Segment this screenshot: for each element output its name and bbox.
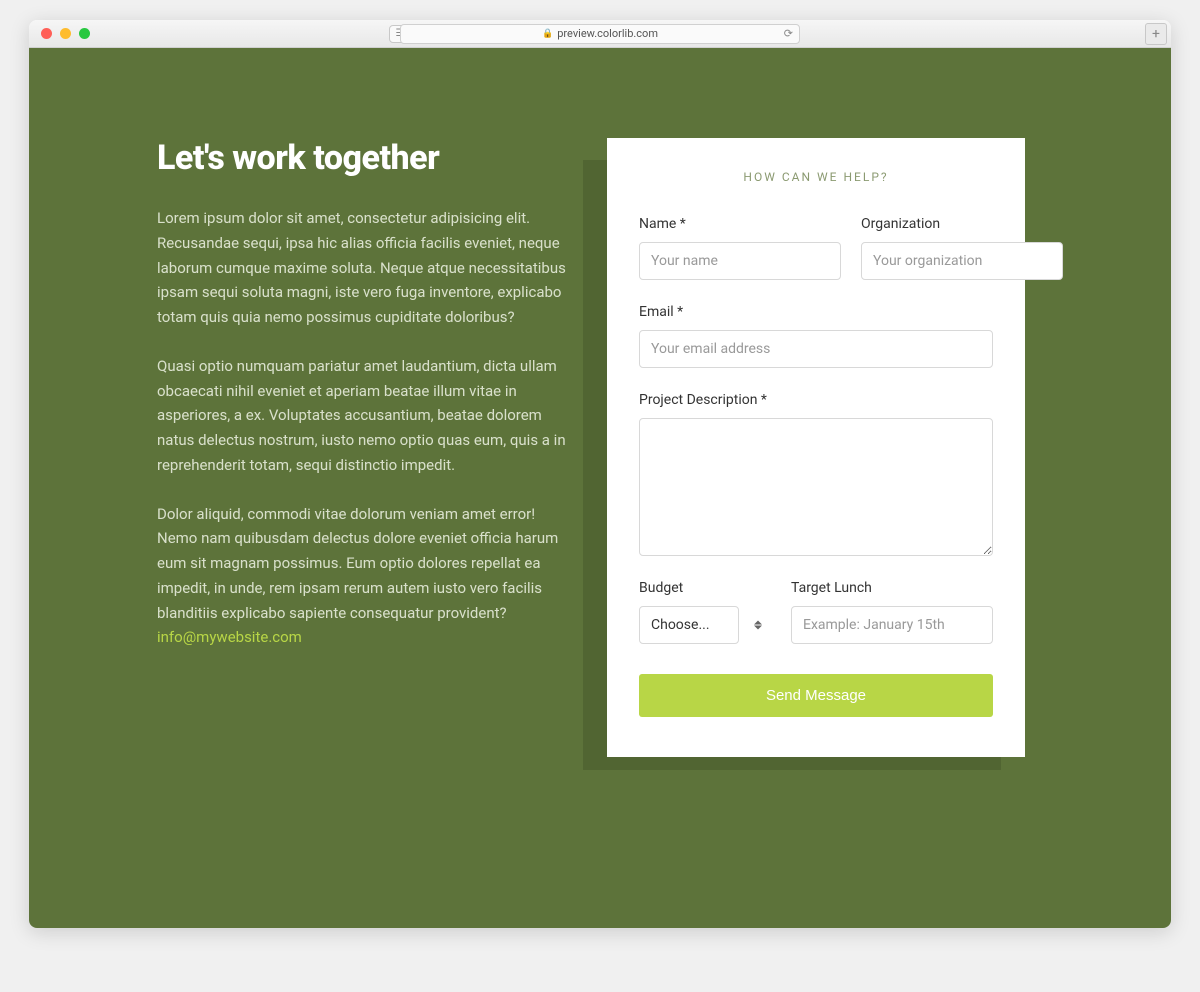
new-tab-button[interactable]: +: [1145, 23, 1167, 45]
minimize-window-button[interactable]: [60, 28, 71, 39]
project-description-textarea[interactable]: [639, 418, 993, 556]
form-column: HOW CAN WE HELP? Name * Organization Ema…: [607, 138, 1043, 808]
intro-paragraph-1: Lorem ipsum dolor sit amet, consectetur …: [157, 206, 577, 330]
address-bar[interactable]: 🔒 preview.colorlib.com ⟳: [400, 24, 800, 44]
target-launch-label: Target Lunch: [791, 580, 993, 596]
organization-label: Organization: [861, 216, 1063, 232]
contact-email-link[interactable]: info@mywebsite.com: [157, 628, 302, 646]
name-input[interactable]: [639, 242, 841, 280]
intro-paragraph-2: Quasi optio numquam pariatur amet laudan…: [157, 354, 577, 478]
budget-select[interactable]: Choose...: [639, 606, 739, 644]
lock-icon: 🔒: [542, 29, 553, 39]
browser-chrome: ☰ ⊕ 🔒 preview.colorlib.com ⟳ +: [29, 20, 1171, 48]
maximize-window-button[interactable]: [79, 28, 90, 39]
url-host: preview.colorlib.com: [557, 27, 658, 40]
intro-paragraph-3-text: Dolor aliquid, commodi vitae dolorum ven…: [157, 505, 558, 622]
name-label: Name *: [639, 216, 841, 232]
reload-icon[interactable]: ⟳: [784, 27, 793, 40]
form-heading: HOW CAN WE HELP?: [639, 170, 993, 184]
close-window-button[interactable]: [41, 28, 52, 39]
browser-window: ☰ ⊕ 🔒 preview.colorlib.com ⟳ + Let's wor…: [29, 20, 1171, 928]
page-title: Let's work together: [157, 138, 577, 178]
organization-input[interactable]: [861, 242, 1063, 280]
target-launch-input[interactable]: [791, 606, 993, 644]
send-message-button[interactable]: Send Message: [639, 674, 993, 717]
project-description-label: Project Description *: [639, 392, 993, 408]
intro-paragraph-3: Dolor aliquid, commodi vitae dolorum ven…: [157, 502, 577, 651]
traffic-lights: [41, 28, 90, 39]
email-label: Email *: [639, 304, 993, 320]
page-content: Let's work together Lorem ipsum dolor si…: [29, 48, 1171, 928]
intro-column: Let's work together Lorem ipsum dolor si…: [157, 138, 577, 808]
budget-label: Budget: [639, 580, 771, 596]
chevron-sort-icon: [754, 621, 762, 630]
contact-form-card: HOW CAN WE HELP? Name * Organization Ema…: [607, 138, 1025, 757]
email-input[interactable]: [639, 330, 993, 368]
